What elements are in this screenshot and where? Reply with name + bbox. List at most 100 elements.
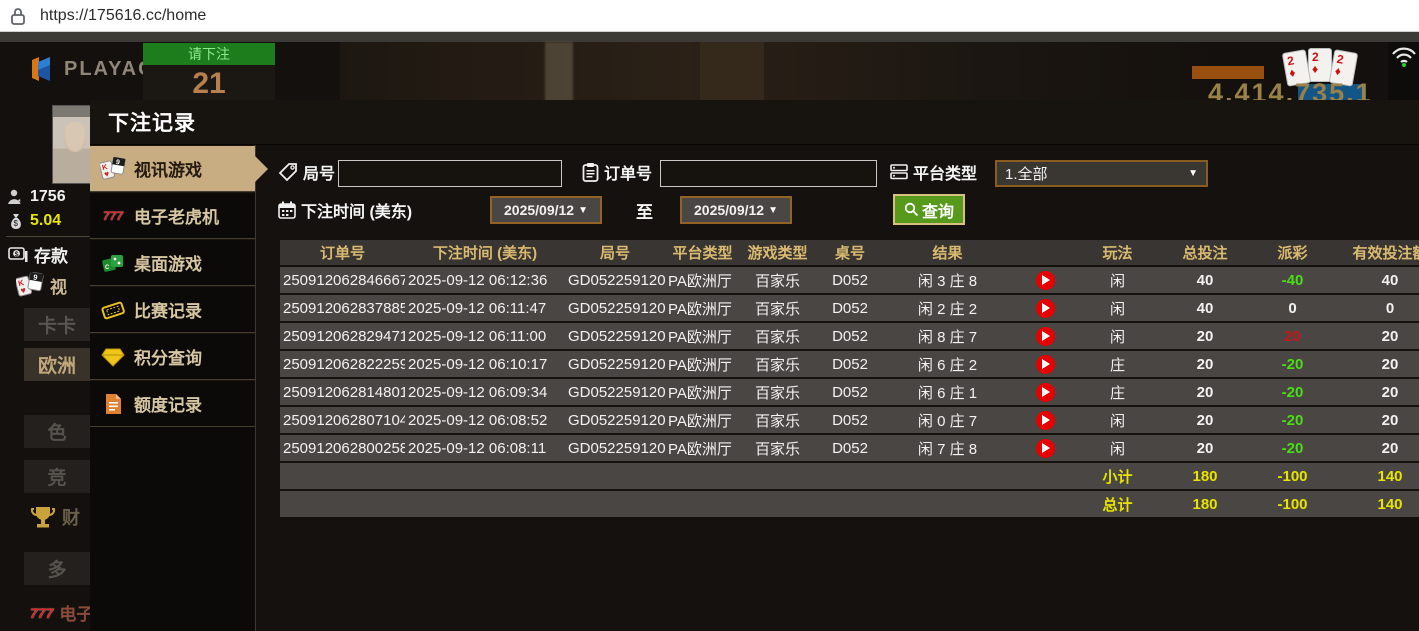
order-number-cell: 250912062829471 [280,328,405,345]
round-number-label-group: 局号 [278,160,335,184]
play-video-icon[interactable] [1036,383,1055,402]
browser-address-bar[interactable]: https://175616.cc/home [0,0,1419,32]
date-from-picker[interactable]: 2025/09/12 ▼ [490,196,602,224]
bet-records-modal: 下注记录 K♥9 视讯游戏 777 电子老虎机 C [90,100,1419,631]
table-row: 2509120628378852025-09-12 06:11:47GD0522… [280,295,1419,323]
payout-cell: -100 [1255,496,1330,513]
order-number-cell: 250912062800258 [280,440,405,457]
deposit-button[interactable]: $ 存款 [8,242,68,267]
platform-cell: PA欧洲厅 [665,298,740,319]
column-header: 派彩 [1255,242,1330,263]
table-number-cell: D052 [815,356,885,373]
table-number-cell: D052 [815,300,885,317]
chevron-down-icon: ▼ [1188,168,1198,179]
nav-tab-se[interactable]: 色 [24,415,90,448]
order-number-label-group: 订单号 [582,160,652,184]
search-button[interactable]: 查询 [893,194,965,225]
bet-time-cell: 2025-09-12 06:10:17 [405,356,565,373]
play-video-icon[interactable] [1036,299,1055,318]
sidebar-item-video-games[interactable]: K♥9 视讯游戏 [90,145,255,192]
platform-type-value: 1.全部 [1005,163,1048,184]
order-number-label: 订单号 [604,160,652,184]
sidebar-item-table-games[interactable]: C 桌面游戏 [90,239,255,286]
platform-type-select[interactable]: 1.全部 ▼ [995,160,1208,187]
page-top-strip [0,32,1419,42]
column-header: 总投注 [1155,242,1255,263]
platform-cell: PA欧洲厅 [665,438,740,459]
date-to-value: 2025/09/12 [694,202,764,218]
game-type-cell: 百家乐 [740,438,815,459]
payout-cell: -20 [1255,356,1330,373]
sidebar-item-points-query[interactable]: 积分查询 [90,333,255,380]
payout-cell: -20 [1255,412,1330,429]
total-row: 总计180-100140 [280,491,1419,519]
round-number-input[interactable] [338,160,562,187]
play-cell [1010,271,1080,290]
chevron-down-icon: ▼ [578,205,588,216]
play-video-icon[interactable] [1036,327,1055,346]
valid-bet-cell: 20 [1330,356,1419,373]
order-number-cell: 250912062846667 [280,272,405,289]
table-number-cell: D052 [815,412,885,429]
play-video-icon[interactable] [1036,411,1055,430]
sidebar-item-slots[interactable]: 777 电子老虎机 [90,192,255,239]
column-header: 玩法 [1080,242,1155,263]
total-bet-cell: 180 [1155,496,1255,513]
date-to-picker[interactable]: 2025/09/12 ▼ [680,196,792,224]
table-row: 2509120628222592025-09-12 06:10:17GD0522… [280,351,1419,379]
user-id-row: * 1756 [8,188,66,206]
sidebar-item-label: 积分查询 [134,344,202,369]
valid-bet-cell: 0 [1330,300,1419,317]
casino-page: PLAYACE 请下注 21 2♦ 2♦ 2♦ 4,414,735.1 1 2 [0,32,1419,631]
sidebar-item-label: 电子老虎机 [134,203,219,228]
nav-tab-duo[interactable]: 多 [24,552,90,585]
total-bet-cell: 40 [1155,272,1255,289]
play-video-icon[interactable] [1036,439,1055,458]
platform-list-icon [890,163,908,181]
table-header-row: 订单号下注时间 (美东)局号平台类型游戏类型桌号结果玩法总投注派彩有效投注额 [280,240,1419,267]
balance-row: $ 5.04 [8,212,61,230]
nav-tab-europe[interactable]: 欧洲 [24,348,90,381]
svg-text:$: $ [15,251,19,258]
nav-rewards-label: 财 [62,504,80,530]
total-bet-cell: 180 [1155,468,1255,485]
order-number-cell: 250912062822259 [280,356,405,373]
sidebar-item-quota-records[interactable]: 额度记录 [90,380,255,427]
payout-cell: -20 [1255,384,1330,401]
nav-tab-jing[interactable]: 竞 [24,460,90,493]
tag-icon [278,162,298,182]
url-text[interactable]: https://175616.cc/home [40,7,206,25]
result-cell: 闲 2 庄 2 [885,298,1010,319]
platform-cell: PA欧洲厅 [665,270,740,291]
nav-tab-kaka[interactable]: 卡卡 [24,308,90,341]
play-video-icon[interactable] [1036,271,1055,290]
order-number-input[interactable] [660,160,877,187]
sidebar-item-label: 视讯游戏 [134,156,202,181]
game-type-cell: 百家乐 [740,354,815,375]
nav-tab-slots[interactable]: 777 电子 [30,600,93,625]
result-cell: 闲 6 庄 1 [885,382,1010,403]
round-number-cell: GD052259120NZ [565,412,665,429]
ticket-icon [100,298,126,322]
sidebar-item-match-records[interactable]: 比赛记录 [90,286,255,333]
total-bet-cell: 20 [1155,384,1255,401]
order-number-cell: 250912062837885 [280,300,405,317]
modal-sidebar: K♥9 视讯游戏 777 电子老虎机 C 桌面游戏 [90,145,256,631]
nav-video-games[interactable]: K♥9 视 [16,272,67,298]
round-number-cell: GD052259120NY [565,440,665,457]
bet-time-cell: 2025-09-12 06:09:34 [405,384,565,401]
round-number-cell: GD052259120O4 [565,272,665,289]
play-video-icon[interactable] [1036,355,1055,374]
table-row: 2509120628148012025-09-12 06:09:34GD0522… [280,379,1419,407]
search-button-label: 查询 [922,198,954,222]
svg-text:*: * [18,199,21,205]
bet-time-cell: 2025-09-12 06:11:47 [405,300,565,317]
modal-title: 下注记录 [108,107,196,137]
valid-bet-cell: 140 [1330,496,1419,513]
deposit-icon: $ [8,247,28,262]
nav-tab-rewards[interactable]: 财 [30,504,80,530]
bet-time-label-group: 下注时间 (美东) [278,198,412,222]
document-icon [100,392,126,416]
table-games-icon: C [100,251,126,275]
nav-video-label: 视 [50,273,67,298]
